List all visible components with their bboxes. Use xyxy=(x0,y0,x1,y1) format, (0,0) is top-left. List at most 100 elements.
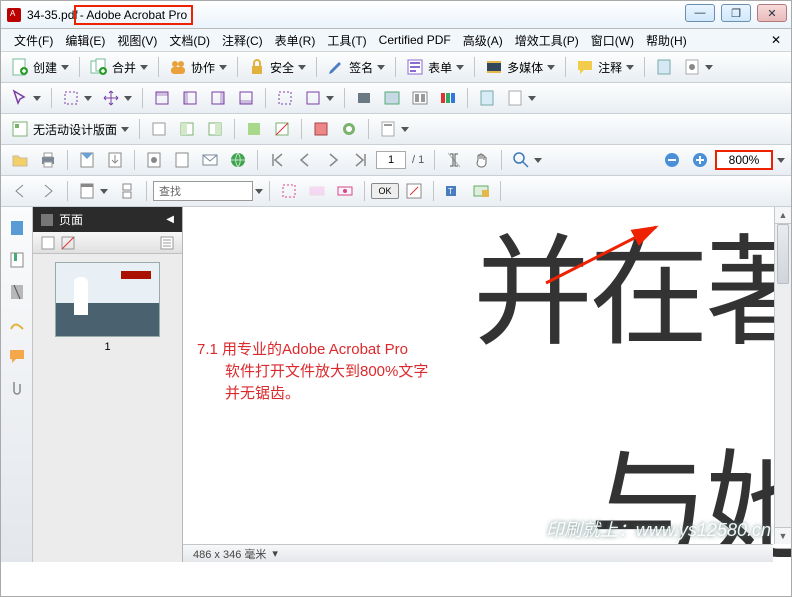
rect-solid-button[interactable] xyxy=(351,86,377,110)
comment-button[interactable]: 注释 xyxy=(572,55,638,79)
zoom-in-button[interactable] xyxy=(687,148,713,172)
crop-left-tool[interactable] xyxy=(177,86,203,110)
crop-top-tool[interactable] xyxy=(149,86,175,110)
panel-tool-1[interactable] xyxy=(41,236,55,250)
menu-forms[interactable]: 表单(R) xyxy=(270,30,321,51)
collab-button[interactable]: 协作 xyxy=(165,55,231,79)
next-page-button[interactable] xyxy=(320,148,346,172)
nav-back-button[interactable] xyxy=(7,179,33,203)
crop-right-tool[interactable] xyxy=(205,86,231,110)
arrow-tool[interactable] xyxy=(7,86,45,110)
touchup-text-button[interactable]: T xyxy=(440,179,466,203)
prev-page-button[interactable] xyxy=(292,148,318,172)
layout-btn-3[interactable] xyxy=(202,117,228,141)
layout-btn-2[interactable] xyxy=(174,117,200,141)
actual-size-button[interactable] xyxy=(332,179,358,203)
last-page-button[interactable] xyxy=(348,148,374,172)
scroll-mode-button[interactable] xyxy=(114,179,140,203)
multimedia-button[interactable]: 多媒体 xyxy=(481,55,559,79)
scroll-down-button[interactable]: ▼ xyxy=(775,527,791,544)
attach-button[interactable] xyxy=(141,148,167,172)
email-button[interactable] xyxy=(197,148,223,172)
close-button[interactable]: ✕ xyxy=(757,4,787,22)
web-button[interactable] xyxy=(225,148,251,172)
maximize-button[interactable]: ❐ xyxy=(721,4,751,22)
scroll-up-button[interactable]: ▲ xyxy=(775,207,791,224)
menu-comments[interactable]: 注释(C) xyxy=(217,30,268,51)
page-icon-a[interactable] xyxy=(474,86,500,110)
signatures-icon[interactable] xyxy=(8,315,26,333)
config-icon[interactable] xyxy=(679,55,717,79)
panel-options-icon[interactable] xyxy=(160,236,174,250)
touchup-object-button[interactable] xyxy=(468,179,494,203)
scroll-thumb[interactable] xyxy=(777,224,789,284)
panel-tool-2[interactable] xyxy=(61,236,75,250)
menu-edit[interactable]: 编辑(E) xyxy=(60,30,110,51)
menu-window[interactable]: 窗口(W) xyxy=(586,30,639,51)
create-button[interactable]: 创建 xyxy=(7,55,73,79)
menu-plugins[interactable]: 增效工具(P) xyxy=(510,30,584,51)
export-button[interactable] xyxy=(102,148,128,172)
text-select-tool[interactable] xyxy=(441,148,467,172)
first-page-button[interactable] xyxy=(264,148,290,172)
pages-panel-icon[interactable] xyxy=(8,219,26,237)
menu-view[interactable]: 视图(V) xyxy=(112,30,162,51)
layout-btn-6[interactable] xyxy=(308,117,334,141)
status-dropdown-icon[interactable]: ▾ xyxy=(272,547,278,560)
layout-btn-5[interactable] xyxy=(269,117,295,141)
secure-button[interactable]: 安全 xyxy=(244,55,310,79)
layout-btn-1[interactable] xyxy=(146,117,172,141)
marquee-zoom-tool[interactable] xyxy=(508,148,546,172)
page-number-input[interactable] xyxy=(376,151,406,169)
thumbnails-list[interactable]: 1 xyxy=(33,254,182,562)
forms-button[interactable]: 表单 xyxy=(402,55,468,79)
menu-document[interactable]: 文档(D) xyxy=(164,30,215,51)
no-active-layout[interactable]: 无活动设计版面 xyxy=(7,117,133,141)
fit-width-button[interactable] xyxy=(304,179,330,203)
page-thumbnail[interactable] xyxy=(55,262,160,337)
rect-sel-button[interactable] xyxy=(379,86,405,110)
page-settings-icon[interactable] xyxy=(651,55,677,79)
menu-close-x[interactable]: ✕ xyxy=(771,33,781,47)
move-tool[interactable] xyxy=(98,86,136,110)
layout-btn-7[interactable] xyxy=(336,117,362,141)
find-dropdown-icon[interactable] xyxy=(255,187,263,195)
layout-btn-4[interactable] xyxy=(241,117,267,141)
zoom-dropdown-icon[interactable] xyxy=(777,156,785,164)
layout-btn-8[interactable] xyxy=(375,117,413,141)
bookmarks-icon[interactable] xyxy=(8,251,26,269)
reading-mode-button[interactable] xyxy=(407,86,433,110)
crop-tool[interactable] xyxy=(272,86,298,110)
document-view[interactable]: 并在著 与她 7.1 用专业的Adobe Acrobat Pro 软件打开文件放… xyxy=(183,207,791,562)
find-input[interactable]: 查找 xyxy=(153,181,253,201)
open-folder-button[interactable] xyxy=(7,148,33,172)
edit-object-button[interactable] xyxy=(401,179,427,203)
menu-tools[interactable]: 工具(T) xyxy=(322,30,371,51)
comments-panel-icon[interactable] xyxy=(8,347,26,365)
attachments-icon[interactable] xyxy=(8,283,26,301)
menu-file[interactable]: 文件(F) xyxy=(9,30,58,51)
merge-button[interactable]: 合并 xyxy=(86,55,152,79)
page-display-button[interactable] xyxy=(74,179,112,203)
zoom-level-input[interactable]: 800% xyxy=(715,150,773,170)
document-button[interactable] xyxy=(169,148,195,172)
hand-tool[interactable] xyxy=(469,148,495,172)
nav-fwd-button[interactable] xyxy=(35,179,61,203)
page-icon-b[interactable] xyxy=(502,86,540,110)
menu-help[interactable]: 帮助(H) xyxy=(641,30,692,51)
sign-button[interactable]: 签名 xyxy=(323,55,389,79)
color-swatch-button[interactable] xyxy=(435,86,461,110)
ok-button[interactable]: OK xyxy=(371,183,399,199)
print-button[interactable] xyxy=(35,148,61,172)
fit-page-button[interactable] xyxy=(276,179,302,203)
pages-panel-collapse[interactable]: ◀ xyxy=(166,214,174,225)
menu-certified[interactable]: Certified PDF xyxy=(374,31,456,49)
select-rect-tool[interactable] xyxy=(58,86,96,110)
save-button[interactable] xyxy=(74,148,100,172)
menu-advanced[interactable]: 高级(A) xyxy=(458,30,508,51)
shape-tool[interactable] xyxy=(300,86,338,110)
crop-bottom-tool[interactable] xyxy=(233,86,259,110)
zoom-out-button[interactable] xyxy=(659,148,685,172)
vertical-scrollbar[interactable]: ▲ ▼ xyxy=(774,207,791,544)
clip-icon[interactable] xyxy=(8,379,26,397)
